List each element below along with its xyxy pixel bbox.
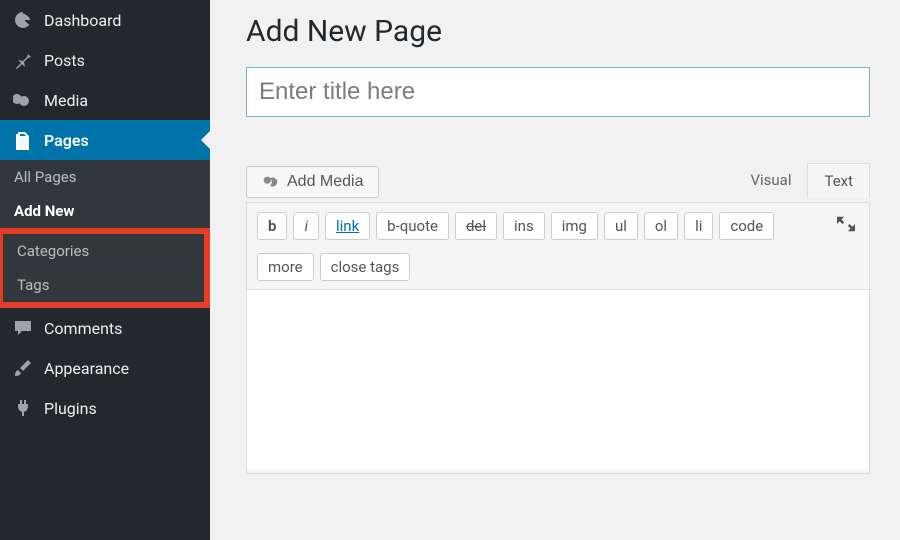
qt-ul-button[interactable]: ul bbox=[604, 212, 638, 240]
brush-icon bbox=[12, 358, 34, 378]
media-icon bbox=[12, 90, 34, 110]
media-icon bbox=[261, 173, 279, 191]
sidebar-item-pages[interactable]: Pages bbox=[0, 120, 210, 160]
sidebar-item-label: Posts bbox=[44, 51, 85, 70]
sidebar-item-comments[interactable]: Comments bbox=[0, 308, 210, 348]
qt-code-button[interactable]: code bbox=[719, 212, 774, 240]
sidebar-item-dashboard[interactable]: Dashboard bbox=[0, 0, 210, 40]
sidebar-submenu-pages: All Pages Add New Categories Tags bbox=[0, 160, 210, 308]
sidebar-item-label: Media bbox=[44, 91, 88, 110]
add-media-button[interactable]: Add Media bbox=[246, 166, 379, 198]
qt-img-button[interactable]: img bbox=[551, 212, 598, 240]
qt-bquote-button[interactable]: b-quote bbox=[376, 212, 449, 240]
fullscreen-icon[interactable] bbox=[833, 211, 859, 241]
annotation-highlight-box: Categories Tags bbox=[0, 228, 210, 308]
sidebar-item-appearance[interactable]: Appearance bbox=[0, 348, 210, 388]
editor-mode-tabs: Visual Text bbox=[734, 163, 870, 198]
main-content: Add New Page Add Media Visual Text b i l… bbox=[210, 0, 900, 474]
submenu-item-categories[interactable]: Categories bbox=[3, 234, 204, 268]
pages-icon bbox=[12, 130, 34, 150]
content-textarea[interactable] bbox=[247, 289, 869, 469]
page-title-input[interactable] bbox=[246, 67, 870, 117]
pin-icon bbox=[12, 50, 34, 70]
qt-ins-button[interactable]: ins bbox=[503, 212, 545, 240]
qt-italic-button[interactable]: i bbox=[293, 212, 319, 240]
sidebar-item-posts[interactable]: Posts bbox=[0, 40, 210, 80]
submenu-item-add-new[interactable]: Add New bbox=[0, 194, 210, 228]
qt-link-button[interactable]: link bbox=[325, 212, 370, 240]
sidebar-item-label: Plugins bbox=[44, 399, 97, 418]
qt-closetags-button[interactable]: close tags bbox=[320, 253, 411, 281]
qt-bold-button[interactable]: b bbox=[257, 212, 287, 240]
sidebar-item-plugins[interactable]: Plugins bbox=[0, 388, 210, 428]
sidebar-item-label: Appearance bbox=[44, 359, 129, 378]
sidebar-item-label: Pages bbox=[44, 131, 89, 150]
qt-li-button[interactable]: li bbox=[684, 212, 713, 240]
qt-more-button[interactable]: more bbox=[257, 253, 314, 281]
quicktags-toolbar: b i link b-quote del ins img ul ol li co… bbox=[247, 203, 869, 289]
dashboard-icon bbox=[12, 10, 34, 30]
text-editor: b i link b-quote del ins img ul ol li co… bbox=[246, 202, 870, 474]
sidebar-item-media[interactable]: Media bbox=[0, 80, 210, 120]
comment-icon bbox=[12, 318, 34, 338]
submenu-item-all-pages[interactable]: All Pages bbox=[0, 160, 210, 194]
qt-del-button[interactable]: del bbox=[455, 212, 497, 240]
submenu-item-tags[interactable]: Tags bbox=[3, 268, 204, 302]
sidebar-item-label: Dashboard bbox=[44, 11, 121, 30]
tab-visual[interactable]: Visual bbox=[734, 163, 807, 198]
qt-ol-button[interactable]: ol bbox=[644, 212, 678, 240]
admin-sidebar: Dashboard Posts Media Pages All Pages Ad… bbox=[0, 0, 210, 540]
tab-text[interactable]: Text bbox=[807, 163, 870, 198]
plug-icon bbox=[12, 398, 34, 418]
add-media-label: Add Media bbox=[287, 173, 364, 191]
sidebar-item-label: Comments bbox=[44, 319, 122, 338]
page-heading: Add New Page bbox=[246, 14, 870, 49]
